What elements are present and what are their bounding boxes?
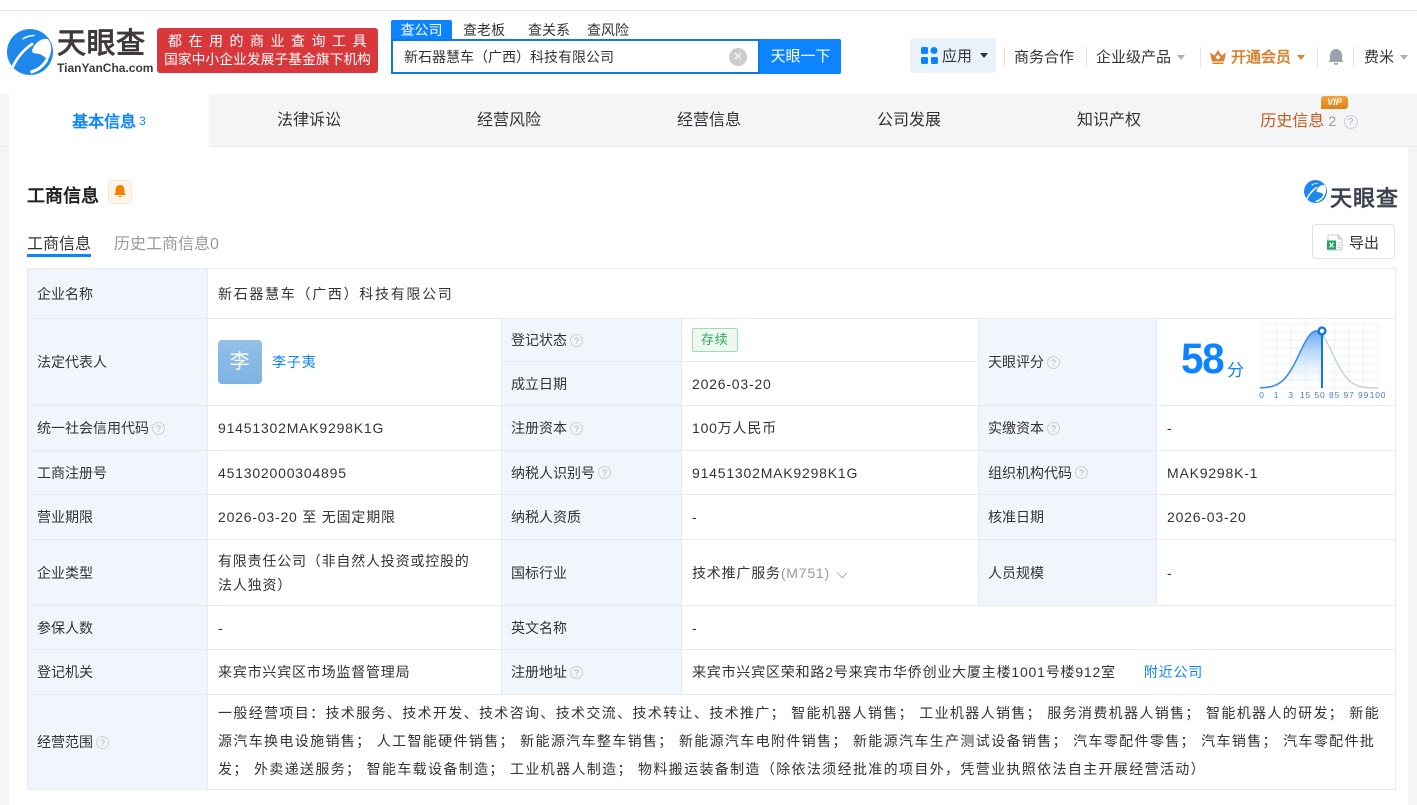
svg-text:99: 99 xyxy=(1358,390,1369,400)
svg-text:1: 1 xyxy=(1274,390,1280,400)
svg-text:85: 85 xyxy=(1329,390,1340,400)
svg-text:97: 97 xyxy=(1343,390,1354,400)
svg-text:100: 100 xyxy=(1370,390,1387,400)
svg-text:15: 15 xyxy=(1300,390,1311,400)
svg-text:3: 3 xyxy=(1288,390,1294,400)
svg-text:50: 50 xyxy=(1314,390,1325,400)
svg-text:0: 0 xyxy=(1259,390,1265,400)
